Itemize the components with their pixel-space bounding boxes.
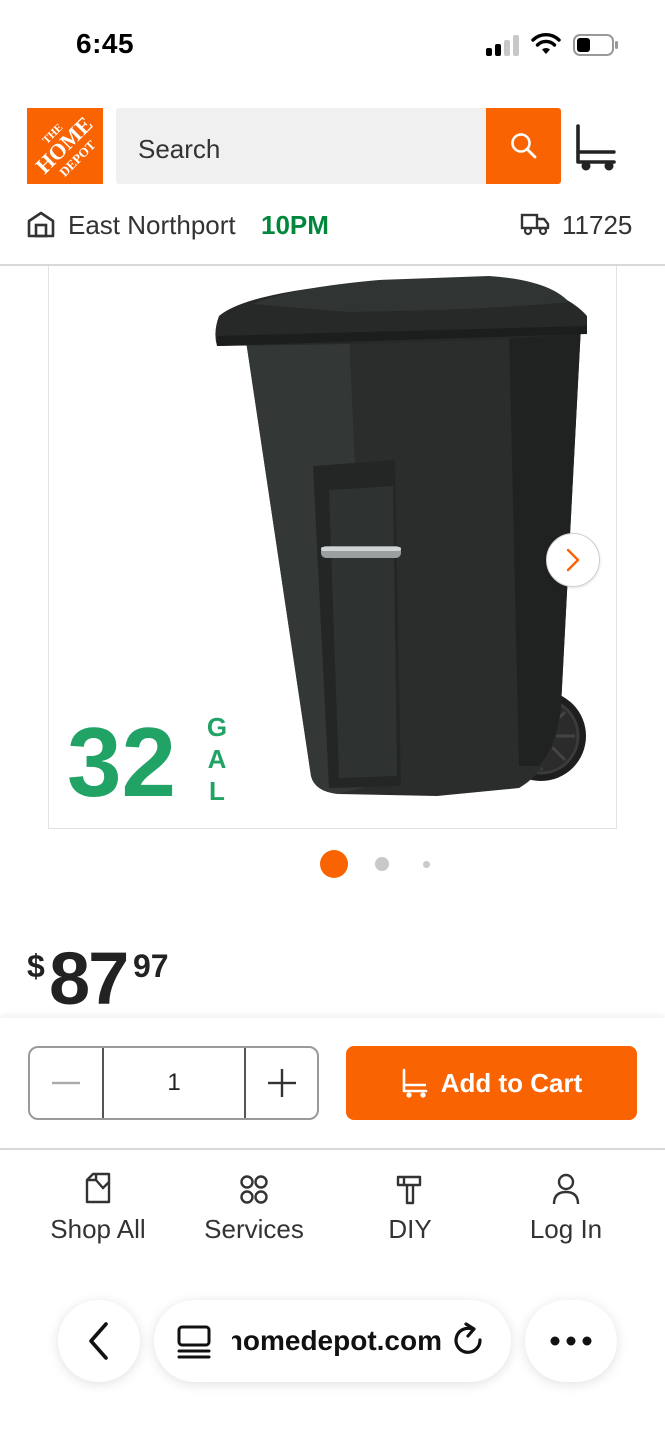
nav-label: DIY xyxy=(388,1214,432,1244)
nav-label: Log In xyxy=(529,1214,603,1244)
minus-icon xyxy=(52,1081,80,1085)
logo-mark-icon: THE HOME DEPOT xyxy=(27,108,103,184)
price-cents: 97 xyxy=(133,948,169,984)
decrease-quantity-button[interactable] xyxy=(30,1048,102,1118)
bottom-navigation: Shop All Services DIY Log In xyxy=(0,1168,665,1258)
carousel-dot[interactable] xyxy=(375,857,389,871)
nav-label: Shop All xyxy=(50,1214,146,1244)
nav-log-in[interactable]: Log In xyxy=(486,1168,646,1245)
cart-icon[interactable] xyxy=(574,122,620,172)
price-currency: $ xyxy=(27,948,45,984)
more-options-icon xyxy=(550,1336,592,1346)
delivery-zip[interactable]: 11725 xyxy=(562,210,632,241)
trash-can-image: 32 G A L xyxy=(67,276,587,817)
quantity-input[interactable]: 1 xyxy=(102,1048,246,1118)
page-menu-icon xyxy=(177,1325,211,1359)
store-name[interactable]: East Northport xyxy=(68,210,236,241)
capacity-unit-a: A xyxy=(208,744,227,774)
price-dollars: 87 xyxy=(49,937,129,1020)
nav-label: Services xyxy=(204,1214,304,1244)
capacity-unit-l: L xyxy=(209,776,225,806)
add-to-cart-button[interactable]: Add to Cart xyxy=(346,1046,637,1120)
carousel-dot-active[interactable] xyxy=(320,850,348,878)
search-icon xyxy=(510,133,536,159)
nav-shop-all[interactable]: Shop All xyxy=(18,1168,178,1245)
carousel-indicator xyxy=(0,849,665,879)
wifi-icon xyxy=(531,33,561,54)
add-to-cart-bar: 1 Add to Cart xyxy=(0,1018,665,1150)
nav-diy[interactable]: DIY xyxy=(330,1168,490,1245)
shop-all-icon xyxy=(85,1172,111,1204)
chevron-right-icon xyxy=(566,548,580,572)
reload-icon[interactable] xyxy=(450,1322,488,1360)
browser-toolbar: homedepot.com xyxy=(0,1290,665,1400)
browser-back-button[interactable] xyxy=(58,1300,140,1382)
status-time: 6:45 xyxy=(76,28,135,59)
store-icon xyxy=(27,211,55,238)
battery-icon xyxy=(573,34,618,56)
browser-more-button[interactable] xyxy=(525,1300,617,1382)
product-image[interactable]: 32 G A L xyxy=(48,266,617,829)
header: THE HOME DEPOT Search xyxy=(0,104,665,186)
search-placeholder: Search xyxy=(138,134,221,164)
plus-icon xyxy=(268,1069,296,1097)
chevron-left-icon xyxy=(89,1322,108,1360)
search-button[interactable] xyxy=(486,108,561,184)
store-hours: 10PM xyxy=(261,210,329,240)
capacity-number: 32 xyxy=(67,707,176,817)
cart-icon xyxy=(402,1068,428,1098)
status-bar: 6:45 xyxy=(0,0,665,90)
nav-services[interactable]: Services xyxy=(174,1168,334,1245)
services-icon xyxy=(240,1175,268,1204)
store-info-bar[interactable]: East Northport 10PM 11725 xyxy=(0,200,665,266)
add-to-cart-label: Add to Cart xyxy=(440,1067,583,1098)
address-bar[interactable]: homedepot.com xyxy=(154,1300,511,1382)
quantity-stepper: 1 xyxy=(28,1046,319,1120)
increase-quantity-button[interactable] xyxy=(246,1048,318,1118)
next-image-button[interactable] xyxy=(546,533,600,587)
capacity-unit-g: G xyxy=(207,712,227,742)
delivery-truck-icon xyxy=(520,213,550,236)
carousel-dot[interactable] xyxy=(423,861,430,868)
url-text: homedepot.com xyxy=(232,1325,442,1356)
home-depot-logo[interactable]: THE HOME DEPOT xyxy=(27,108,103,184)
diy-hammer-icon xyxy=(396,1175,422,1205)
user-icon xyxy=(552,1173,580,1205)
cellular-signal-icon xyxy=(486,34,520,56)
